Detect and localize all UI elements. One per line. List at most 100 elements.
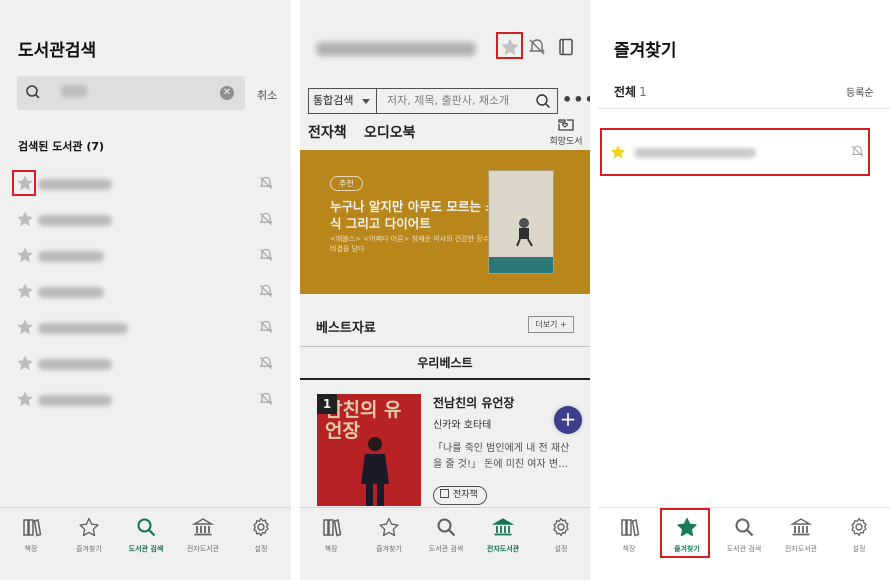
library-icon: [192, 518, 214, 536]
library-header: [300, 0, 590, 78]
wishlist-button[interactable]: 희망도서: [546, 116, 586, 147]
promo-headline: 누구나 알지만 아무도 모르는 소식 그리고 다이어트: [330, 199, 497, 231]
nav-item-gear[interactable]: 설정: [532, 516, 590, 554]
bell-off-icon[interactable]: [258, 247, 274, 263]
library-name-redacted: [38, 287, 104, 298]
clear-icon[interactable]: ✕: [220, 86, 234, 100]
library-search-input[interactable]: ✕: [17, 76, 245, 110]
nav-label: 설정: [554, 545, 568, 553]
promo-book-cover: [488, 170, 554, 274]
count-label: 전체: [614, 85, 637, 99]
nav-item-search[interactable]: 도서관 검색: [715, 516, 773, 554]
search-icon: [137, 518, 156, 537]
search-input[interactable]: 저자, 제목, 출판사, 채소개: [387, 89, 509, 113]
library-row[interactable]: [14, 171, 276, 197]
bell-off-icon[interactable]: [258, 211, 274, 227]
library-row[interactable]: [14, 279, 276, 305]
nav-item-bookshelf[interactable]: 책장: [302, 516, 360, 554]
tab-our-best[interactable]: 우리베스트: [300, 346, 590, 380]
tab-audiobook[interactable]: 오디오북: [364, 122, 416, 142]
count-value: 1: [639, 85, 647, 99]
nav-item-library[interactable]: 전자도서관: [474, 516, 532, 554]
rank-badge: 1: [317, 394, 337, 414]
ebook-library-screen: 통합검색 저자, 제목, 출판사, 채소개 ••• 전자책 오디오북 희망도서 …: [300, 0, 590, 580]
promo-banner[interactable]: 추천 누구나 알지만 아무도 모르는 소식 그리고 다이어트 <해블스> <어쩌…: [300, 150, 590, 294]
book-cover-band: [489, 257, 553, 273]
library-row[interactable]: [14, 315, 276, 341]
library-row[interactable]: [14, 387, 276, 413]
library-name-redacted: [38, 323, 128, 334]
nav-item-star[interactable]: 즐겨찾기: [60, 516, 118, 554]
nav-label: 책장: [622, 545, 636, 553]
nav-item-gear[interactable]: 설정: [232, 516, 290, 554]
bell-off-icon[interactable]: [258, 283, 274, 299]
book-title[interactable]: 전남친의 유언장: [433, 394, 514, 411]
sort-order-button[interactable]: 등록순: [846, 84, 874, 99]
nav-label: 책장: [324, 545, 338, 553]
search-icon: [735, 518, 754, 537]
star-outline-icon[interactable]: [16, 390, 34, 408]
tab-ebook[interactable]: 전자책: [308, 122, 347, 142]
nav-item-library[interactable]: 전자도서관: [772, 516, 830, 554]
nav-item-gear[interactable]: 설정: [830, 516, 888, 554]
gear-icon: [851, 517, 867, 537]
book-illustration: [516, 218, 533, 247]
bell-off-icon[interactable]: [258, 355, 274, 371]
page-title: 도서관검색: [18, 41, 97, 61]
bottom-nav: 책장 즐겨찾기 도서관 검색 전자도서관 설정: [0, 507, 291, 580]
bell-off-icon[interactable]: [258, 319, 274, 335]
library-name-redacted: [38, 251, 104, 262]
nav-item-library[interactable]: 전자도서관: [174, 516, 232, 554]
favorites-count: 전체 1: [614, 83, 647, 100]
promo-subline: <해블스> <어쩌다 어른> 창재운 약사의 건강한 장수 비결을 담다: [330, 235, 490, 253]
nav-item-star[interactable]: 즐겨찾기: [360, 516, 418, 554]
bell-off-icon[interactable]: [258, 391, 274, 407]
nav-label: 전자도서관: [784, 545, 818, 553]
nav-label: 책장: [24, 545, 38, 553]
star-outline-icon[interactable]: [16, 318, 34, 336]
more-options-icon[interactable]: •••: [562, 90, 590, 109]
library-name-redacted: [38, 395, 112, 406]
bookshelf-icon: [323, 519, 342, 537]
bottom-nav: 책장 즐겨찾기 도서관 검색 전자도서관 설정: [300, 507, 590, 580]
bell-off-icon[interactable]: [258, 175, 274, 191]
star-outline-icon[interactable]: [16, 282, 34, 300]
nav-item-bookshelf[interactable]: 책장: [600, 516, 658, 554]
more-button[interactable]: 더보기 +: [528, 316, 574, 333]
library-name-redacted: [38, 359, 112, 370]
wishlist-icon: [558, 119, 574, 131]
search-scope-select[interactable]: 통합검색: [309, 89, 377, 113]
library-row[interactable]: [14, 207, 276, 233]
star-outline-icon[interactable]: [16, 246, 34, 264]
cover-illustration: [361, 437, 389, 506]
format-badge: 전자책: [433, 486, 487, 505]
add-button[interactable]: +: [554, 406, 582, 434]
cancel-button[interactable]: 취소: [257, 87, 277, 103]
nav-label: 도서관 검색: [128, 545, 164, 553]
nav-label: 도서관 검색: [428, 545, 464, 553]
library-search-screen: 도서관검색 ✕ 취소 검색된 도서관 (7) 책장 즐겨찾기 도서관 검색 전자도서관…: [0, 0, 291, 580]
book-cover[interactable]: 남친의 유언장 1: [317, 394, 421, 506]
favorites-screen: 즐겨찾기 전체 1 등록순 책장 즐겨찾기 도서관 검색 전자도서관 설정: [598, 0, 890, 580]
highlight-box: [12, 170, 36, 196]
nav-item-search[interactable]: 도서관 검색: [417, 516, 475, 554]
bell-off-icon[interactable]: [527, 37, 547, 57]
star-icon: [379, 517, 399, 537]
library-row[interactable]: [14, 243, 276, 269]
star-outline-icon[interactable]: [16, 210, 34, 228]
search-icon[interactable]: [535, 93, 551, 109]
nav-item-bookshelf[interactable]: 책장: [2, 516, 60, 554]
page-title: 즐겨찾기: [614, 41, 677, 61]
library-row[interactable]: [14, 351, 276, 377]
ebook-icon: [440, 489, 449, 498]
search-icon: [437, 518, 456, 537]
search-query-redacted: [61, 85, 87, 97]
nav-item-search[interactable]: 도서관 검색: [117, 516, 175, 554]
search-icon: [26, 85, 40, 99]
book-icon[interactable]: [556, 37, 576, 57]
library-icon: [790, 518, 812, 536]
gear-icon: [553, 517, 569, 537]
nav-label: 즐겨찾기: [376, 545, 402, 553]
star-outline-icon[interactable]: [16, 354, 34, 372]
format-label: 전자책: [453, 490, 478, 500]
